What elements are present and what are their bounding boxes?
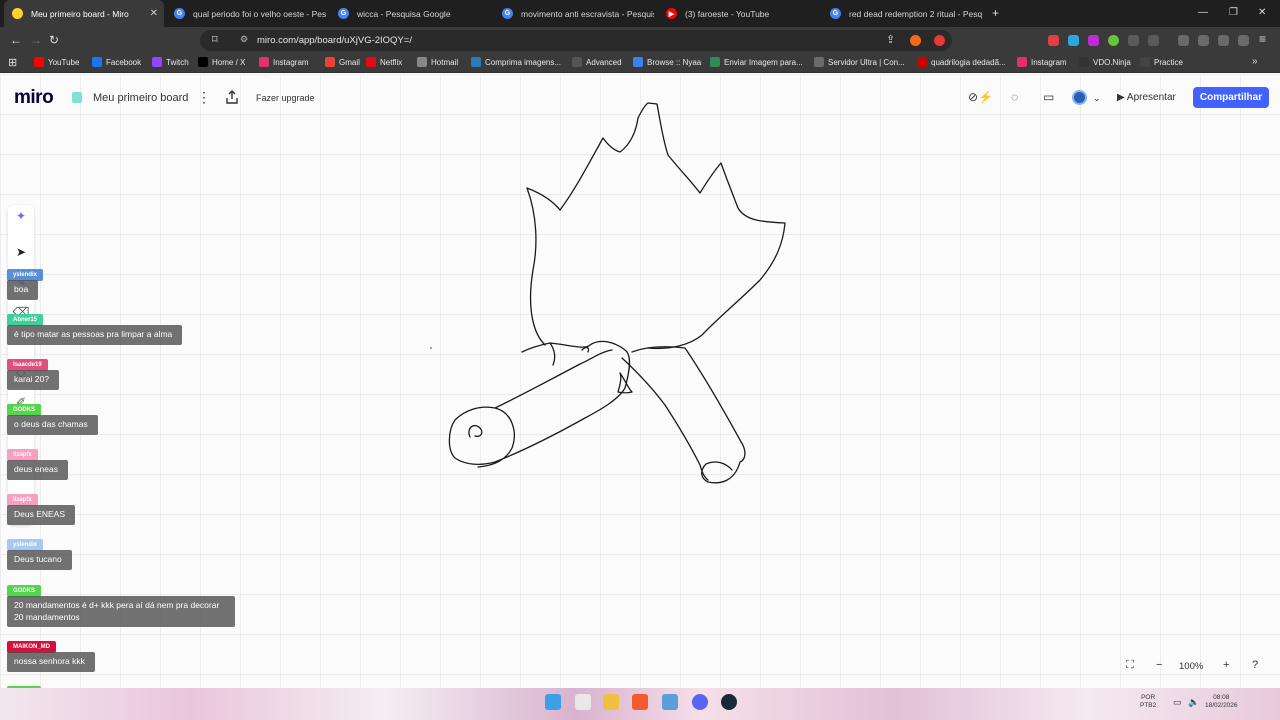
zoom-in-icon[interactable]: + [1223,659,1229,671]
zoom-level[interactable]: 100% [1179,661,1203,672]
time-label: 08:08 [1213,694,1230,701]
fit-view-icon[interactable]: ⛶ [1126,659,1134,672]
chat-text: Deus ENEAS [7,505,76,525]
steam-icon[interactable] [721,694,737,710]
help-icon[interactable]: ? [1252,659,1258,671]
discord-icon[interactable] [692,694,708,710]
stray-dot [430,347,432,349]
zoom-out-icon[interactable]: − [1156,659,1162,671]
knot-stroke [617,372,633,394]
file-explorer-icon[interactable] [603,694,619,710]
app-icon[interactable] [662,694,678,710]
chat-text: Deus tucano [7,550,72,570]
language-label: POR [1141,694,1156,701]
zoom-control: ⛶ − 100% + ? [1120,654,1272,678]
language-indicator[interactable]: POR PTB2 [1140,694,1156,710]
chat-text: karai 20? [7,370,59,390]
brave-browser-icon[interactable] [632,694,648,710]
chat-text: o deus das chamas [7,415,98,435]
search-icon[interactable] [575,694,591,710]
clock[interactable]: 08:08 18/02/2026 [1205,694,1238,710]
keyboard-layout-label: PTB2 [1140,702,1157,709]
chat-text: é tipo matar as pessoas pra limpar a alm… [7,325,183,345]
chat-text: nossa senhora kkk [7,652,95,672]
log-right-stroke [621,346,746,484]
network-icon[interactable]: ▭ [1173,697,1182,708]
volume-icon[interactable]: 🔈 [1188,697,1199,708]
flame-stroke [526,102,786,350]
chat-text: boa [7,280,39,300]
windows-start-icon[interactable] [545,694,561,710]
chat-text: 20 mandamentos é d+ kkk pera aí dá nem p… [7,596,235,627]
ember-stroke [581,346,590,353]
chat-text: deus eneas [7,460,68,480]
log-spiral-stroke [468,424,483,438]
log-left-stroke [448,340,631,468]
date-label: 18/02/2026 [1205,702,1238,709]
